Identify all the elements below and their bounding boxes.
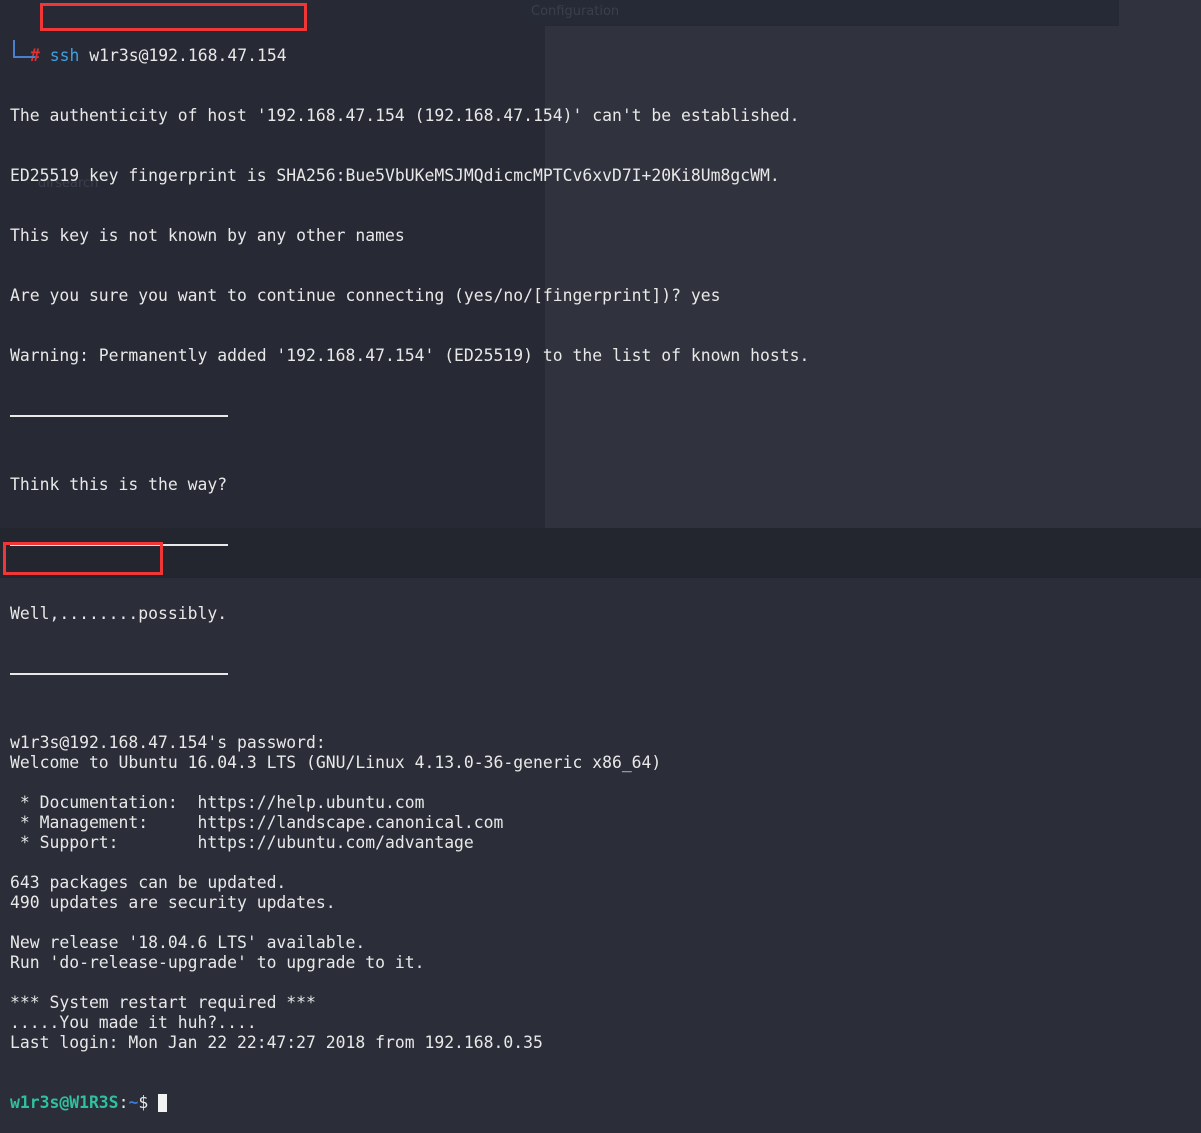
banner-line: Well,........possibly. — [10, 604, 228, 623]
output-line: The authenticity of host '192.168.47.154… — [10, 106, 800, 125]
banner-rule — [10, 415, 809, 435]
output-line: ED25519 key fingerprint is SHA256:Bue5Vb… — [10, 166, 780, 185]
command-program: ssh — [49, 46, 80, 65]
prompt-user-host: w1r3s@W1R3S — [10, 1093, 119, 1112]
highlight-box-prompt — [3, 542, 163, 575]
output-line: Welcome to Ubuntu 16.04.3 LTS (GNU/Linux… — [10, 753, 662, 772]
command-line: # ssh w1r3s@192.168.47.154 — [10, 40, 809, 66]
terminal-cursor — [158, 1094, 168, 1112]
banner-rule — [10, 673, 809, 693]
output-line: Run 'do-release-upgrade' to upgrade to i… — [10, 953, 425, 972]
output-line: 490 updates are security updates. — [10, 893, 336, 912]
highlight-box-command — [40, 3, 307, 31]
output-line: * Support: https://ubuntu.com/advantage — [10, 833, 474, 852]
output-line: *** System restart required *** — [10, 993, 316, 1012]
prompt-symbol: $ — [138, 1093, 149, 1112]
output-line: 643 packages can be updated. — [10, 873, 287, 892]
output-line: Last login: Mon Jan 22 22:47:27 2018 fro… — [10, 1033, 543, 1052]
prompt-separator: : — [118, 1093, 129, 1112]
output-line: w1r3s@192.168.47.154's password: — [10, 733, 326, 752]
prompt-path: ~ — [128, 1093, 139, 1112]
output-line: .....You made it huh?.... — [10, 1013, 257, 1032]
shell-prompt-line: w1r3s@W1R3S:~$ — [10, 1093, 809, 1113]
command-args: w1r3s@192.168.47.154 — [89, 46, 287, 65]
output-line: This key is not known by any other names — [10, 226, 405, 245]
output-line: Warning: Permanently added '192.168.47.1… — [10, 346, 810, 365]
banner-line: Think this is the way? — [10, 475, 228, 494]
prompt-tree-connector — [13, 40, 35, 58]
output-line: * Documentation: https://help.ubuntu.com — [10, 793, 425, 812]
output-line: New release '18.04.6 LTS' available. — [10, 933, 366, 952]
output-line: Are you sure you want to continue connec… — [10, 286, 721, 305]
output-line: * Management: https://landscape.canonica… — [10, 813, 504, 832]
